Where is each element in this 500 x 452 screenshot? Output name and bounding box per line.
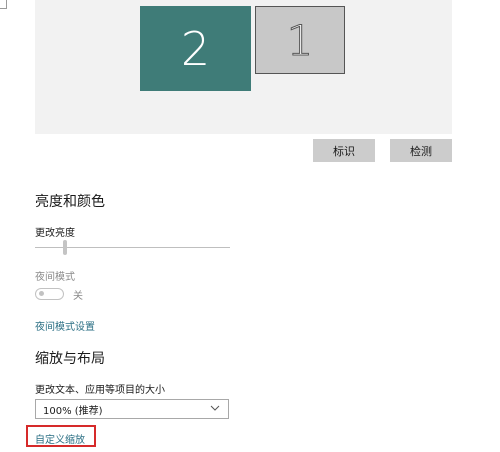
- monitor-2[interactable]: 2: [140, 6, 251, 91]
- night-mode-state: 关: [73, 291, 83, 302]
- detect-button[interactable]: 检测: [390, 139, 452, 162]
- display-arrangement-preview: 2 1: [35, 0, 452, 134]
- toggle-knob: [39, 291, 44, 296]
- scale-select[interactable]: 100% (推荐): [35, 399, 229, 419]
- text-size-label: 更改文本、应用等项目的大小: [35, 385, 165, 396]
- brightness-slider-thumb[interactable]: [63, 240, 67, 255]
- identify-button[interactable]: 标识: [313, 139, 375, 162]
- chevron-down-icon: [210, 405, 220, 411]
- monitor-1[interactable]: 1: [255, 6, 345, 74]
- night-mode-toggle[interactable]: [35, 288, 64, 300]
- monitor-2-label: 2: [180, 21, 211, 76]
- monitor-1-label: 1: [286, 15, 314, 65]
- change-brightness-label: 更改亮度: [35, 228, 75, 239]
- scale-select-value: 100% (推荐): [43, 405, 103, 417]
- corner-mark: [0, 0, 7, 9]
- night-mode-label: 夜间模式: [35, 272, 75, 283]
- highlight-box: [26, 425, 96, 447]
- brightness-section-title: 亮度和颜色: [35, 194, 105, 210]
- display-settings-page: 2 1 标识 检测 亮度和颜色 更改亮度 夜间模式 关 夜间模式设置 缩放与布局…: [0, 0, 500, 452]
- night-mode-settings-link[interactable]: 夜间模式设置: [35, 318, 95, 333]
- scale-layout-section-title: 缩放与布局: [35, 351, 105, 367]
